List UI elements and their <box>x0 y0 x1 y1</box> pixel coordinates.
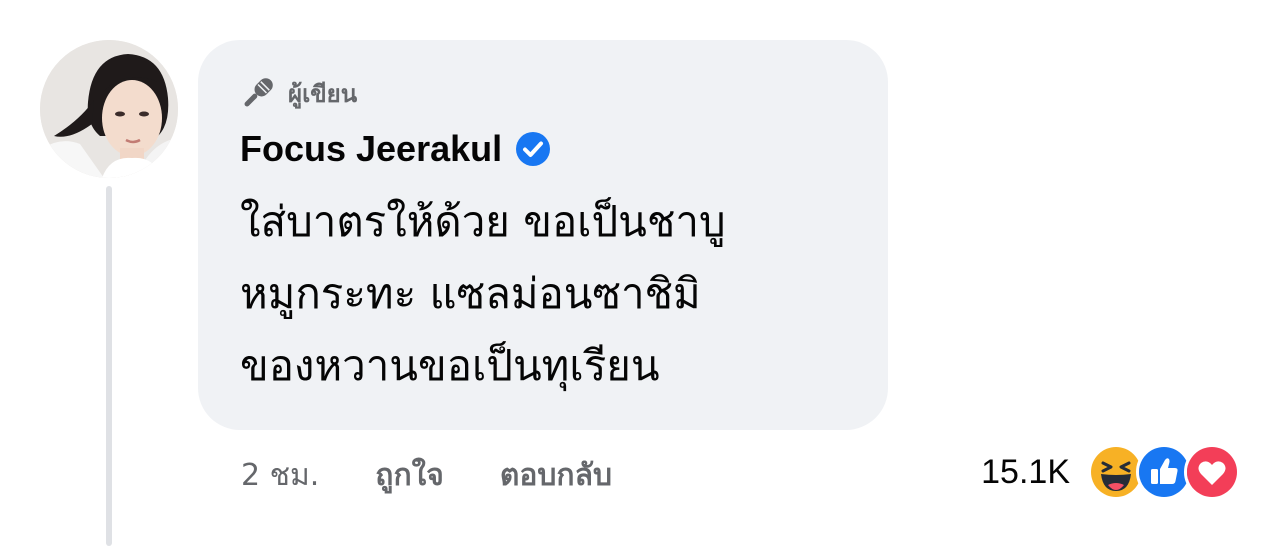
timestamp[interactable]: 2 ชม. <box>241 452 319 499</box>
author-name-row: Focus Jeerakul <box>240 126 552 172</box>
reaction-count[interactable]: 15.1K <box>981 453 1070 492</box>
author-badge-label: ผู้เขียน <box>288 79 358 108</box>
reply-thread-line <box>106 186 112 546</box>
verified-badge-icon <box>514 130 552 168</box>
profile-photo <box>40 40 178 178</box>
microphone-icon <box>238 73 278 113</box>
comment-line: ของหวานขอเป็นทุเรียน <box>240 341 660 390</box>
author-badge: ผู้เขียน <box>238 73 357 113</box>
love-reaction-icon <box>1184 444 1240 500</box>
comment-bubble: ผู้เขียน Focus Jeerakul ใส่บาตรให้ด้วย ข… <box>198 40 888 430</box>
reactions-summary[interactable]: 15.1K <box>981 444 1240 500</box>
comment-text: ใส่บาตรให้ด้วย ขอเป็นชาบู หมูกระทะ แซลม่… <box>240 186 860 402</box>
comment-line: หมูกระทะ แซลม่อนซาชิมิ <box>240 269 701 318</box>
reply-button[interactable]: ตอบกลับ <box>500 452 612 499</box>
comment-line: ใส่บาตรให้ด้วย ขอเป็นชาบู <box>240 197 726 246</box>
like-button[interactable]: ถูกใจ <box>375 452 444 499</box>
author-name[interactable]: Focus Jeerakul <box>240 128 502 170</box>
reaction-icons[interactable] <box>1088 444 1240 500</box>
avatar[interactable] <box>40 40 178 178</box>
comment-actions: 2 ชม. ถูกใจ ตอบกลับ <box>241 450 668 500</box>
